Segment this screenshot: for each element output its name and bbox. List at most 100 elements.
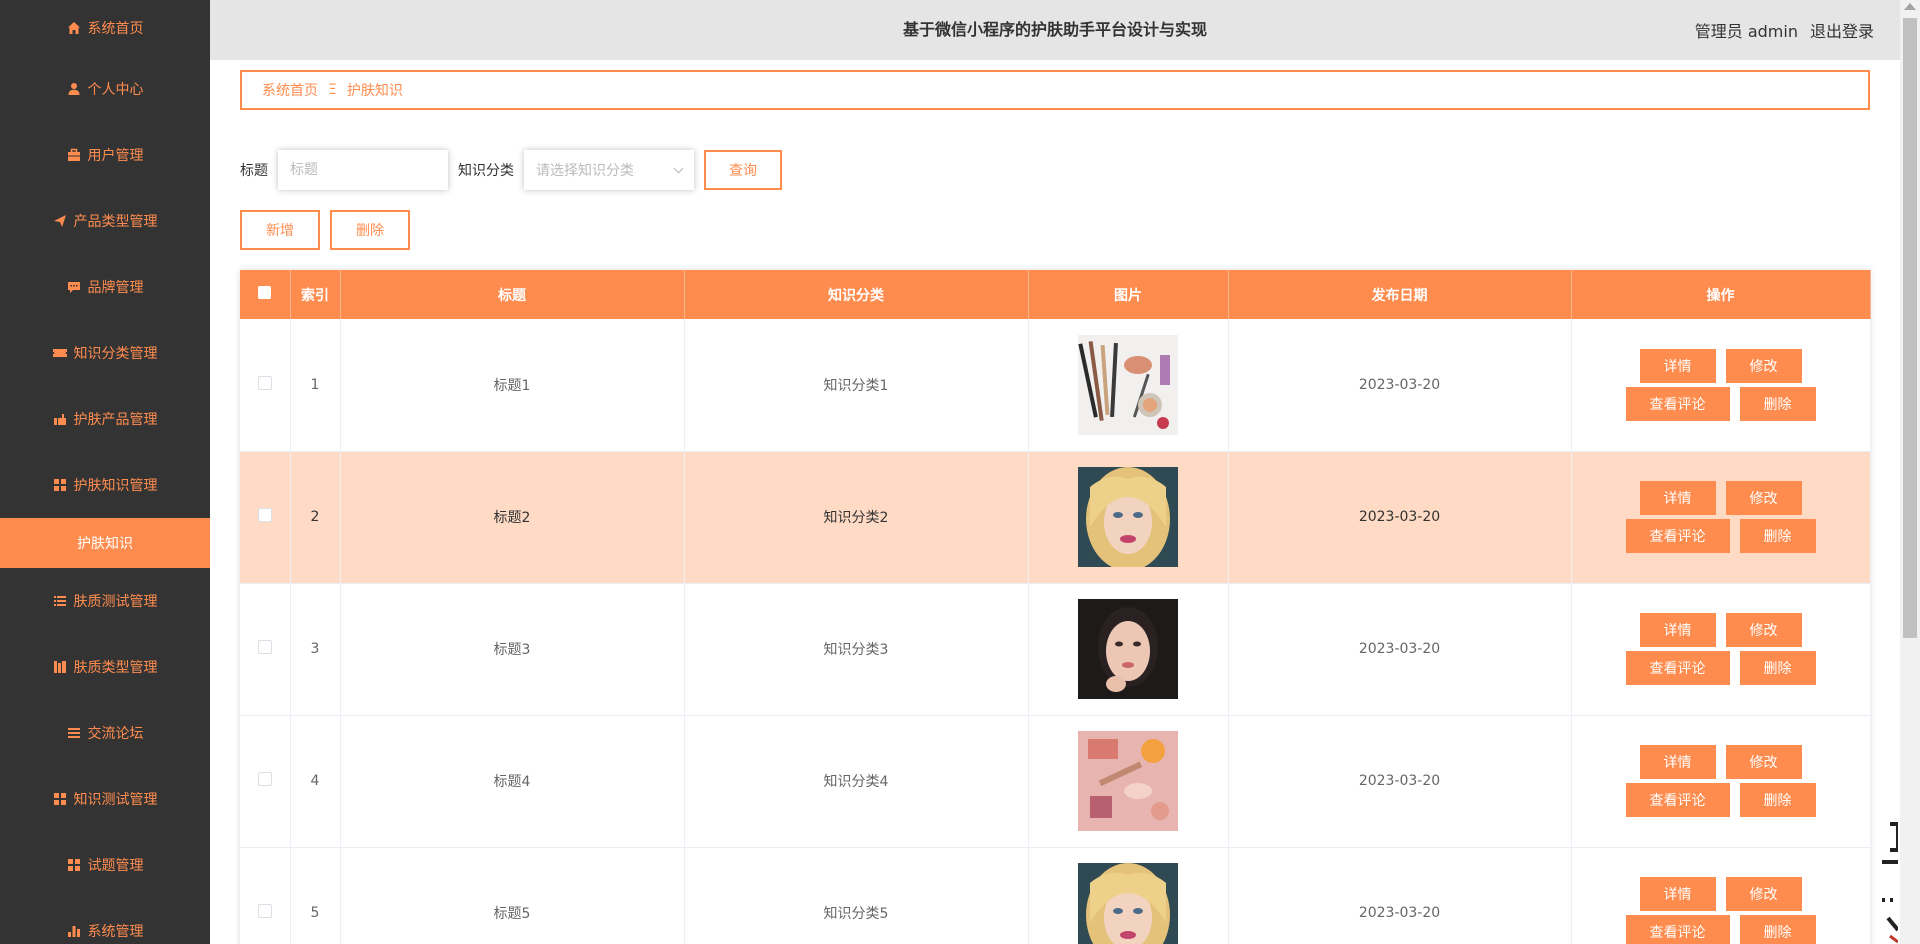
home-icon bbox=[67, 22, 80, 34]
detail-button[interactable]: 详情 bbox=[1639, 877, 1716, 911]
detail-button[interactable]: 详情 bbox=[1639, 481, 1716, 515]
sidebar-item-system[interactable]: 系统管理 bbox=[0, 898, 210, 944]
delete-button[interactable]: 删除 bbox=[1739, 651, 1816, 685]
sidebar-item-forum[interactable]: 交流论坛 bbox=[0, 700, 210, 766]
row-checkbox[interactable] bbox=[257, 640, 272, 654]
view-comments-button[interactable]: 查看评论 bbox=[1625, 783, 1730, 817]
delete-button[interactable]: 删除 bbox=[1739, 519, 1816, 553]
chat-icon bbox=[67, 282, 80, 293]
view-comments-button[interactable]: 查看评论 bbox=[1625, 386, 1730, 421]
table-row[interactable]: 1 标题1 知识分类1 2023-03-20 详情 修改 查看评论 删除 bbox=[240, 319, 1871, 452]
sidebar-subitem-label: 护肤知识 bbox=[77, 536, 133, 552]
edit-button[interactable]: 修改 bbox=[1725, 613, 1802, 647]
row-date: 2023-03-20 bbox=[1228, 715, 1572, 848]
category-select[interactable]: 请选择知识分类 bbox=[524, 150, 694, 190]
delete-button[interactable]: 删除 bbox=[1739, 386, 1816, 421]
breadcrumb-home[interactable]: 系统首页 bbox=[262, 80, 318, 100]
title-search-input[interactable] bbox=[278, 150, 448, 190]
row-date: 2023-03-20 bbox=[1228, 583, 1572, 716]
bulk-delete-button[interactable]: 删除 bbox=[330, 210, 410, 250]
row-checkbox[interactable] bbox=[257, 904, 272, 918]
edit-button[interactable]: 修改 bbox=[1725, 745, 1802, 779]
app-root: 系统首页 个人中心 用户管理 产品类型管理 品牌管理 知识分类管理 护肤产品管理 bbox=[0, 0, 1920, 944]
grid-icon bbox=[53, 479, 66, 491]
sidebar-item-label: 肤质类型管理 bbox=[73, 660, 158, 676]
sidebar-item-label: 知识分类管理 bbox=[73, 346, 158, 362]
knowledge-table: 索引 标题 知识分类 图片 发布日期 操作 1 标题1 知识分类1 2023-0… bbox=[240, 270, 1871, 944]
column-header: 图片 bbox=[1028, 270, 1229, 319]
sidebar-item-label: 护肤产品管理 bbox=[73, 412, 158, 428]
add-button[interactable]: 新增 bbox=[240, 210, 320, 250]
edit-button[interactable]: 修改 bbox=[1725, 348, 1802, 383]
logout-link[interactable]: 退出登录 bbox=[1810, 18, 1874, 42]
table-row[interactable]: 4 标题4 知识分类4 2023-03-20 详情 修改 查看评论 删除 bbox=[240, 715, 1871, 848]
delete-button[interactable]: 删除 bbox=[1739, 915, 1816, 944]
sidebar-item-questions[interactable]: 试题管理 bbox=[0, 832, 210, 898]
breadcrumb: 系统首页 Ξ 护肤知识 bbox=[240, 70, 1870, 110]
category-label: 知识分类 bbox=[458, 163, 514, 179]
dark-hair-portrait-thumbnail[interactable] bbox=[1078, 599, 1178, 699]
row-category: 知识分类3 bbox=[684, 583, 1029, 716]
paper-plane-icon bbox=[53, 215, 66, 227]
sidebar-item-brands[interactable]: 品牌管理 bbox=[0, 254, 210, 320]
row-checkbox[interactable] bbox=[257, 375, 272, 390]
sidebar-item-label: 知识测试管理 bbox=[73, 792, 158, 808]
row-title: 标题5 bbox=[340, 847, 685, 944]
row-category: 知识分类2 bbox=[684, 451, 1029, 584]
view-comments-button[interactable]: 查看评论 bbox=[1625, 651, 1730, 685]
select-all-checkbox[interactable] bbox=[258, 286, 272, 299]
list-icon bbox=[53, 596, 66, 606]
sidebar-subitem-skincare-knowledge[interactable]: 护肤知识 bbox=[0, 518, 210, 568]
detail-button[interactable]: 详情 bbox=[1639, 348, 1716, 383]
scroll-up-arrow-icon[interactable] bbox=[1904, 3, 1916, 10]
view-comments-button[interactable]: 查看评论 bbox=[1625, 915, 1730, 944]
page-title: 基于微信小程序的护肤助手平台设计与实现 bbox=[902, 20, 1207, 39]
blonde-portrait-thumbnail[interactable] bbox=[1078, 467, 1178, 567]
table-row[interactable]: 3 标题3 知识分类3 2023-03-20 详情 修改 查看评论 删除 bbox=[240, 583, 1871, 716]
sidebar-item-label: 产品类型管理 bbox=[73, 214, 158, 230]
sidebar-item-label: 系统管理 bbox=[87, 924, 144, 940]
floating-widget-icon[interactable] bbox=[1868, 818, 1898, 944]
sidebar-item-label: 试题管理 bbox=[87, 858, 144, 874]
row-index: 2 bbox=[290, 451, 341, 584]
sidebar-item-skincare-products[interactable]: 护肤产品管理 bbox=[0, 386, 210, 452]
briefcase-icon bbox=[67, 148, 80, 161]
sidebar-item-knowledge-categories[interactable]: 知识分类管理 bbox=[0, 320, 210, 386]
edit-button[interactable]: 修改 bbox=[1725, 877, 1802, 911]
column-header: 发布日期 bbox=[1228, 270, 1572, 319]
category-select-placeholder: 请选择知识分类 bbox=[536, 163, 634, 179]
table-row[interactable]: 5 标题5 知识分类5 2023-03-20 详情 修改 查看评论 删除 bbox=[240, 847, 1871, 944]
sidebar-item-label: 个人中心 bbox=[87, 82, 144, 98]
sidebar-item-users[interactable]: 用户管理 bbox=[0, 122, 210, 188]
ticket-icon bbox=[52, 349, 67, 357]
search-bar: 标题 知识分类 请选择知识分类 查询 bbox=[240, 150, 782, 190]
blonde-portrait-thumbnail[interactable] bbox=[1078, 863, 1178, 944]
sidebar-item-profile[interactable]: 个人中心 bbox=[0, 56, 210, 122]
table-header-row: 索引 标题 知识分类 图片 发布日期 操作 bbox=[240, 270, 1871, 319]
delete-button[interactable]: 删除 bbox=[1739, 783, 1816, 817]
sidebar-item-skincare-knowledge[interactable]: 护肤知识管理 bbox=[0, 452, 210, 518]
row-checkbox[interactable] bbox=[257, 508, 272, 522]
detail-button[interactable]: 详情 bbox=[1639, 613, 1716, 647]
row-category: 知识分类4 bbox=[684, 715, 1029, 848]
pink-cosmetics-flatlay-thumbnail[interactable] bbox=[1078, 731, 1178, 831]
user-icon bbox=[68, 83, 79, 95]
column-header: 索引 bbox=[290, 270, 341, 319]
detail-button[interactable]: 详情 bbox=[1639, 745, 1716, 779]
sidebar-item-skin-tests[interactable]: 肤质测试管理 bbox=[0, 568, 210, 634]
query-button[interactable]: 查询 bbox=[704, 150, 782, 190]
sidebar-item-home[interactable]: 系统首页 bbox=[0, 0, 210, 56]
sidebar-item-label: 品牌管理 bbox=[87, 280, 144, 296]
sidebar-item-product-types[interactable]: 产品类型管理 bbox=[0, 188, 210, 254]
makeup-brushes-thumbnail[interactable] bbox=[1078, 334, 1178, 435]
sidebar-item-skin-types[interactable]: 肤质类型管理 bbox=[0, 634, 210, 700]
scrollbar-thumb[interactable] bbox=[1903, 18, 1917, 638]
sidebar-item-knowledge-tests[interactable]: 知识测试管理 bbox=[0, 766, 210, 832]
row-checkbox[interactable] bbox=[257, 772, 272, 786]
column-header: 操作 bbox=[1571, 270, 1871, 319]
edit-button[interactable]: 修改 bbox=[1725, 481, 1802, 515]
bar-chart-icon bbox=[67, 926, 80, 937]
column-header: 知识分类 bbox=[684, 270, 1029, 319]
table-row[interactable]: 2 标题2 知识分类2 2023-03-20 详情 修改 查看评论 删除 bbox=[240, 451, 1871, 584]
view-comments-button[interactable]: 查看评论 bbox=[1625, 519, 1730, 553]
